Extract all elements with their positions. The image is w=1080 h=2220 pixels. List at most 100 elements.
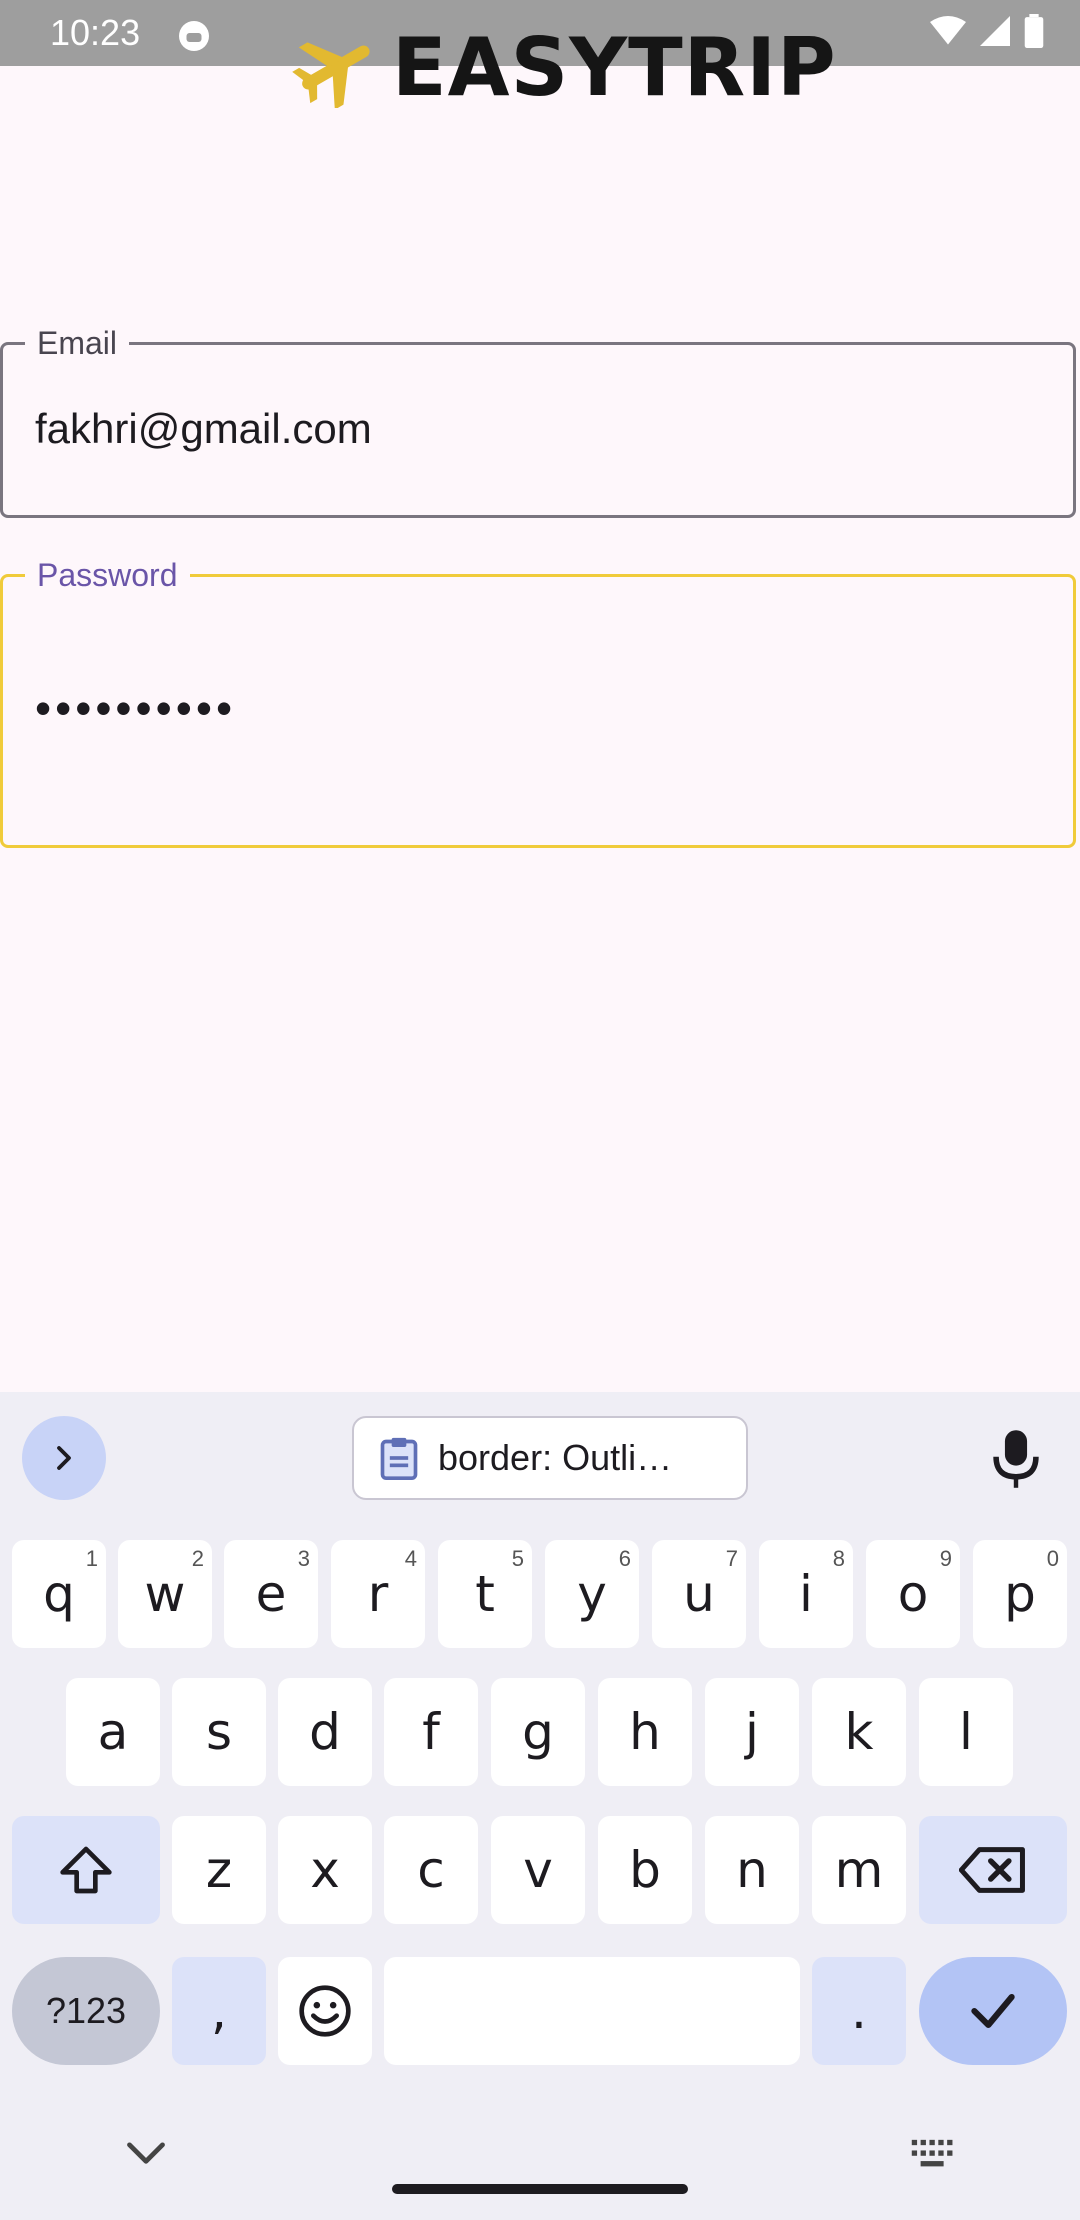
key-hint: 4 <box>404 1546 417 1571</box>
key-i[interactable]: i8 <box>759 1540 853 1648</box>
key-label: x <box>310 1841 340 1899</box>
key-w[interactable]: w2 <box>118 1540 212 1648</box>
shift-icon <box>60 1846 112 1894</box>
microphone-icon[interactable] <box>988 1428 1044 1490</box>
key-hint: 5 <box>511 1546 524 1571</box>
spacebar-key[interactable] <box>384 1957 800 2065</box>
keyboard-switcher-icon[interactable] <box>910 2136 956 2172</box>
home-gesture-handle[interactable] <box>392 2184 688 2194</box>
key-label: l <box>959 1703 973 1761</box>
key-label: g <box>522 1703 554 1761</box>
clipboard-suggestion[interactable]: border: Outli… <box>352 1416 748 1500</box>
clipboard-text: border: Outli… <box>438 1437 673 1478</box>
key-label: ?123 <box>45 1990 127 2031</box>
password-field[interactable]: Password •••••••••• <box>0 555 1076 848</box>
comma-key[interactable]: , <box>172 1957 266 2065</box>
key-a[interactable]: a <box>66 1678 160 1786</box>
done-key[interactable] <box>919 1957 1067 2065</box>
checkmark-icon <box>971 1993 1015 2029</box>
key-z[interactable]: z <box>172 1816 266 1924</box>
key-f[interactable]: f <box>384 1678 478 1786</box>
wifi-icon <box>930 16 966 45</box>
shift-key[interactable] <box>12 1816 160 1924</box>
emoji-icon <box>299 1985 351 2037</box>
key-label: c <box>417 1841 445 1899</box>
password-label: Password <box>25 555 190 595</box>
symbols-key[interactable]: ?123 <box>12 1957 160 2065</box>
app-logo: EASYTRIP <box>292 26 837 110</box>
key-x[interactable]: x <box>278 1816 372 1924</box>
keyboard-toolbar: border: Outli… <box>0 1392 1080 1522</box>
key-label: p <box>1004 1565 1036 1623</box>
airplane-icon <box>292 42 370 108</box>
key-label: j <box>745 1703 759 1761</box>
key-label: n <box>736 1841 768 1899</box>
key-label: k <box>844 1703 874 1761</box>
key-label: , <box>211 1982 227 2040</box>
app-notification-icon <box>179 21 209 51</box>
key-n[interactable]: n <box>705 1816 799 1924</box>
status-time: 10:23 <box>50 12 141 53</box>
key-label: m <box>834 1841 884 1899</box>
key-v[interactable]: v <box>491 1816 585 1924</box>
key-label: r <box>367 1565 389 1623</box>
keyboard-expand-button[interactable] <box>22 1416 106 1500</box>
key-hint: 7 <box>725 1546 738 1571</box>
key-label: v <box>523 1841 553 1899</box>
key-label: s <box>205 1703 233 1761</box>
emoji-key[interactable] <box>278 1957 372 2065</box>
period-key[interactable]: . <box>812 1957 906 2065</box>
email-field[interactable]: Email fakhri@gmail.com <box>0 323 1076 518</box>
key-hint: 8 <box>832 1546 845 1571</box>
key-hint: 6 <box>618 1546 631 1571</box>
key-k[interactable]: k <box>812 1678 906 1786</box>
key-label: i <box>799 1565 813 1623</box>
hide-keyboard-chevron-icon[interactable] <box>124 2136 168 2172</box>
key-label: q <box>43 1565 75 1623</box>
key-label: . <box>851 1982 867 2040</box>
key-label: y <box>577 1565 607 1623</box>
key-hint: 1 <box>85 1546 98 1571</box>
key-j[interactable]: j <box>705 1678 799 1786</box>
key-hint: 0 <box>1046 1546 1059 1571</box>
key-u[interactable]: u7 <box>652 1540 746 1648</box>
key-label: t <box>475 1565 495 1623</box>
key-y[interactable]: y6 <box>545 1540 639 1648</box>
key-e[interactable]: e3 <box>224 1540 318 1648</box>
backspace-icon <box>959 1847 1025 1893</box>
key-h[interactable]: h <box>598 1678 692 1786</box>
backspace-key[interactable] <box>919 1816 1067 1924</box>
password-value: •••••••••• <box>35 682 237 734</box>
key-d[interactable]: d <box>278 1678 372 1786</box>
key-label: a <box>97 1703 129 1761</box>
key-label: b <box>629 1841 661 1899</box>
key-q[interactable]: q1 <box>12 1540 106 1648</box>
key-s[interactable]: s <box>172 1678 266 1786</box>
key-label: z <box>205 1841 233 1899</box>
key-m[interactable]: m <box>812 1816 906 1924</box>
clipboard-icon <box>380 1437 418 1480</box>
logo-text: EASYTRIP <box>392 21 837 114</box>
key-label: w <box>144 1565 186 1623</box>
key-c[interactable]: c <box>384 1816 478 1924</box>
key-hint: 9 <box>939 1546 952 1571</box>
key-label: f <box>422 1703 440 1761</box>
key-t[interactable]: t5 <box>438 1540 532 1648</box>
key-r[interactable]: r4 <box>331 1540 425 1648</box>
key-label: d <box>309 1703 341 1761</box>
key-g[interactable]: g <box>491 1678 585 1786</box>
key-l[interactable]: l <box>919 1678 1013 1786</box>
key-label: h <box>629 1703 661 1761</box>
key-b[interactable]: b <box>598 1816 692 1924</box>
key-label: e <box>255 1565 287 1623</box>
status-icons <box>930 14 1044 48</box>
key-label: u <box>683 1565 715 1623</box>
battery-icon <box>1024 14 1044 48</box>
key-o[interactable]: o9 <box>866 1540 960 1648</box>
key-p[interactable]: p0 <box>973 1540 1067 1648</box>
soft-keyboard: border: Outli… q1 w2 e3 r4 t5 y6 u7 i8 o… <box>0 1392 1080 2220</box>
email-label: Email <box>25 323 130 363</box>
chevron-right-icon <box>57 1446 71 1470</box>
key-hint: 2 <box>191 1546 204 1571</box>
signal-icon <box>980 16 1010 46</box>
